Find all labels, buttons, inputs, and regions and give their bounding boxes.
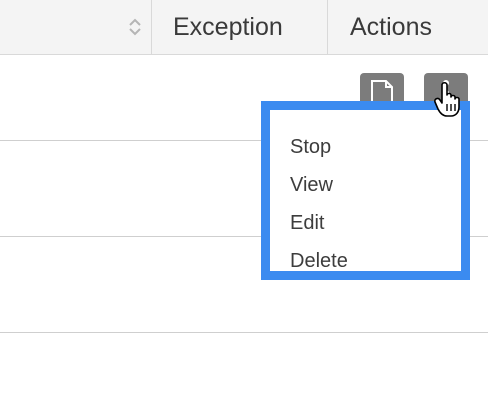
- sortable-column-header[interactable]: [0, 0, 152, 54]
- menu-item-view[interactable]: View: [270, 166, 461, 204]
- sort-icon[interactable]: [128, 17, 142, 37]
- actions-dropdown-menu: Stop View Edit Delete: [261, 101, 470, 280]
- table-view: Exception Actions Stop View Edit Delete: [0, 0, 488, 398]
- table-header: Exception Actions: [0, 0, 488, 55]
- actions-column-header: Actions: [329, 0, 488, 54]
- menu-item-stop[interactable]: Stop: [270, 128, 461, 166]
- menu-item-edit[interactable]: Edit: [270, 204, 461, 242]
- exception-header-label: Exception: [173, 12, 283, 41]
- row-divider: [0, 332, 488, 333]
- dropdown-menu-panel: Stop View Edit Delete: [270, 110, 461, 272]
- menu-item-delete[interactable]: Delete: [270, 242, 461, 280]
- actions-header-label: Actions: [350, 12, 432, 41]
- exception-column-header[interactable]: Exception: [152, 0, 328, 54]
